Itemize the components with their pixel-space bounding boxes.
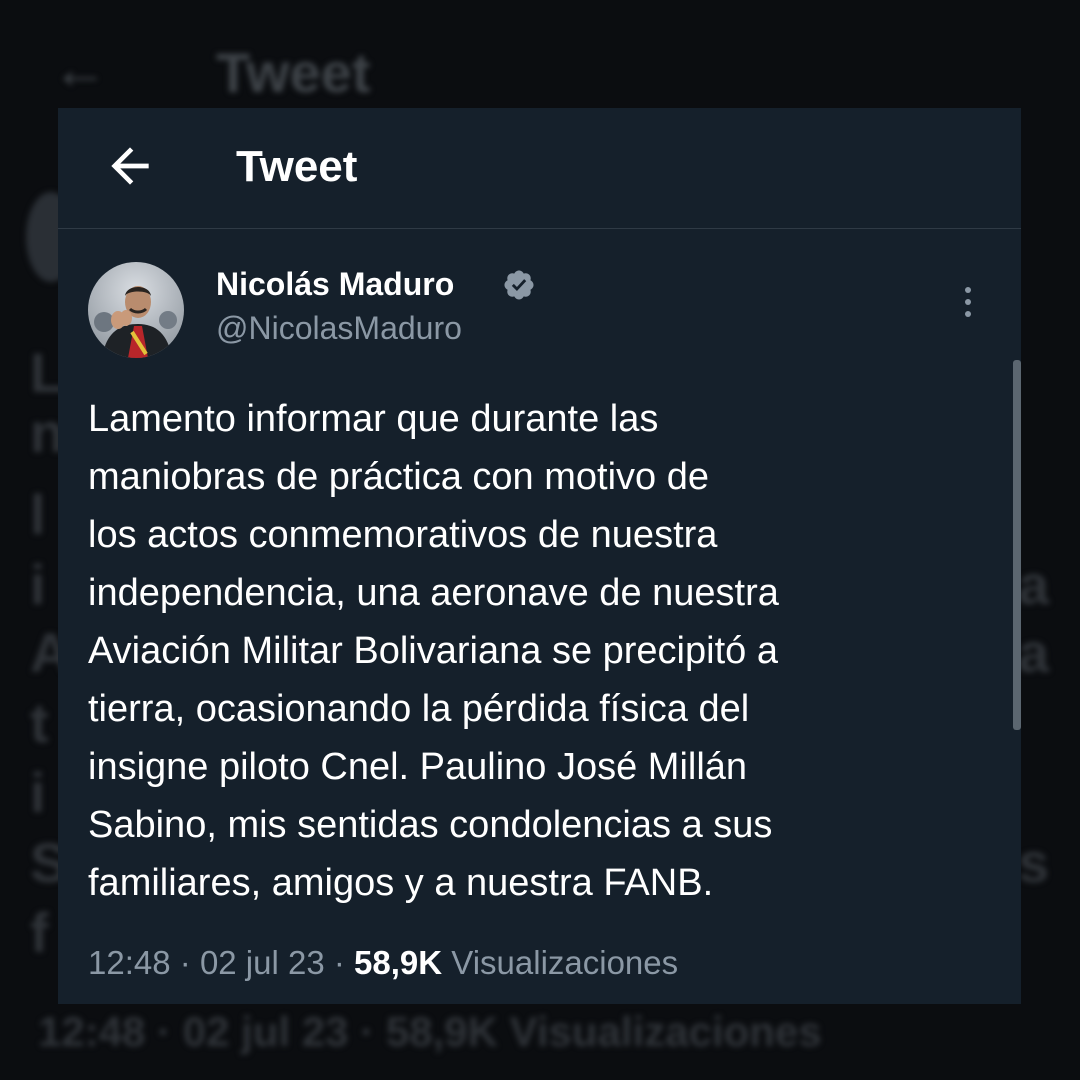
tweet-text-line: maniobras de práctica con motivo de	[88, 456, 709, 498]
background-fragment: a	[1018, 553, 1050, 616]
background-meta: 12:48 · 02 jul 23 · 58,9K Visualizacione…	[38, 1008, 822, 1055]
page-title: Tweet	[236, 142, 358, 191]
tweet-text-line: familiares, amigos y a nuestra FANB.	[88, 862, 714, 904]
top-bar: Tweet	[58, 108, 1021, 229]
views-label[interactable]: Visualizaciones	[451, 944, 678, 981]
tweet-meta: 12:48 · 02 jul 23 · 58,9K Visualizacione…	[88, 944, 678, 982]
meta-separator: ·	[179, 944, 191, 981]
background-fragment: i	[30, 553, 46, 616]
tweet-text-line: los actos conmemorativos de nuestra	[88, 514, 718, 556]
author-name[interactable]: Nicolás Maduro	[216, 266, 454, 303]
tweet-text-line: independencia, una aeronave de nuestra	[88, 572, 779, 614]
tweet-text-line: tierra, ocasionando la pérdida física de…	[88, 688, 750, 730]
tweet-time[interactable]: 12:48	[88, 944, 171, 981]
verified-badge-icon	[504, 270, 534, 300]
background-fragment: a	[1018, 621, 1050, 684]
tweet-text-line: Sabino, mis sentidas condolencias a sus	[88, 804, 773, 846]
tweet-text-line: Aviación Militar Bolivariana se precipit…	[88, 630, 778, 672]
background-back-arrow: ←	[52, 37, 108, 100]
background-fragment: l	[30, 483, 46, 546]
tweet-date[interactable]: 02 jul 23	[200, 944, 325, 981]
background-fragment: i	[30, 761, 46, 824]
tweet-card: Tweet Nicolás Maduro @NicolasMaduro Lame…	[58, 108, 1021, 1004]
background-title: Tweet	[216, 41, 371, 104]
back-arrow-icon[interactable]	[102, 138, 158, 194]
views-count: 58,9K	[354, 944, 443, 981]
scrollbar[interactable]	[1013, 360, 1021, 730]
meta-separator: ·	[333, 944, 345, 981]
tweet-text: Lamento informar que durante las maniobr…	[88, 390, 968, 912]
background-fragment: f	[30, 901, 49, 964]
avatar[interactable]	[88, 262, 184, 358]
tweet-text-line: insigne piloto Cnel. Paulino José Millán	[88, 746, 748, 788]
more-options-icon[interactable]	[954, 282, 982, 322]
background-fragment: t	[30, 691, 49, 754]
tweet-text-line: Lamento informar que durante las	[88, 398, 659, 440]
author-handle[interactable]: @NicolasMaduro	[216, 310, 462, 347]
background-fragment: s	[1018, 831, 1050, 894]
